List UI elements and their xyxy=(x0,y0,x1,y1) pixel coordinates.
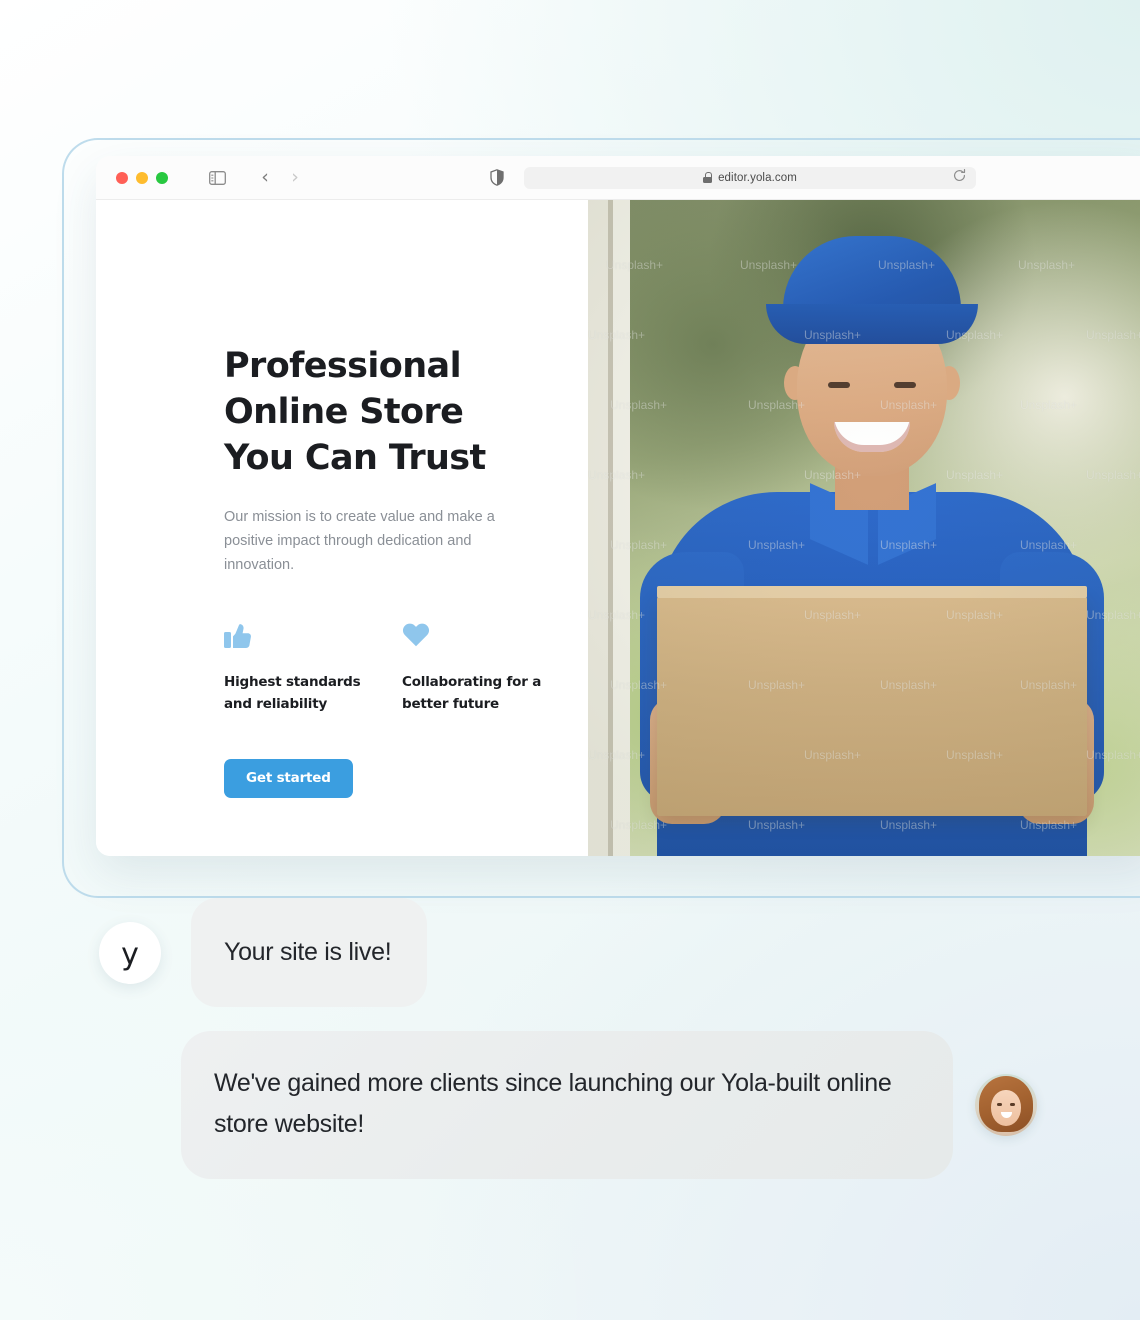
watermark: Unsplash+ xyxy=(804,608,862,622)
yola-logo-letter: y xyxy=(121,936,139,972)
watermark: Unsplash+ xyxy=(1020,818,1078,832)
get-started-button[interactable]: Get started xyxy=(224,759,353,798)
watermark-layer: Unsplash+ Unsplash+ Unsplash+ Unsplash+ … xyxy=(588,200,1140,856)
watermark: Unsplash+ xyxy=(880,538,938,552)
watermark: Unsplash+ xyxy=(610,538,668,552)
hero-text-column: Professional Online Store You Can Trust … xyxy=(96,200,588,856)
forward-button[interactable]: › xyxy=(282,165,308,191)
chat-bubble-yola: Your site is live! xyxy=(191,898,428,1007)
avatar-right-eye xyxy=(1010,1103,1015,1106)
chat-row-customer: We've gained more clients since launchin… xyxy=(0,1031,1140,1179)
watermark: Unsplash+ xyxy=(880,678,938,692)
watermark: Unsplash+ xyxy=(946,608,1004,622)
address-bar-content: editor.yola.com xyxy=(703,172,797,184)
neck xyxy=(835,462,909,510)
collar-right xyxy=(878,483,936,565)
watermark: Unsplash+ xyxy=(1086,748,1140,762)
back-button[interactable]: ‹ xyxy=(252,165,278,191)
reload-icon[interactable] xyxy=(953,168,966,187)
right-ear xyxy=(938,366,960,400)
blue-cap xyxy=(783,236,961,336)
shield-icon[interactable] xyxy=(484,165,510,191)
hero-subtitle: Our mission is to create value and make … xyxy=(224,509,495,573)
watermark: Unsplash+ xyxy=(878,258,936,272)
watermark: Unsplash+ xyxy=(1020,538,1078,552)
right-hand xyxy=(1018,698,1094,824)
watermark: Unsplash+ xyxy=(748,678,806,692)
watermark: Unsplash+ xyxy=(1086,468,1140,482)
navigation-arrows: ‹ › xyxy=(252,165,308,191)
right-arm xyxy=(1000,552,1104,802)
chat-row-yola: y Your site is live! xyxy=(0,898,1140,1007)
address-bar[interactable]: editor.yola.com xyxy=(524,166,976,189)
watermark: Unsplash+ xyxy=(1020,678,1078,692)
watermark: Unsplash+ xyxy=(588,328,646,342)
door-frame xyxy=(588,200,630,856)
watermark: Unsplash+ xyxy=(1086,328,1140,342)
smile xyxy=(834,422,910,452)
right-eye xyxy=(894,382,916,388)
chat-bubble-customer: We've gained more clients since launchin… xyxy=(181,1031,953,1179)
feature-label: Highest standards and reliability xyxy=(224,674,361,712)
feature-item: Collaborating for a better future xyxy=(402,621,542,715)
hero-image: Unsplash+ Unsplash+ Unsplash+ Unsplash+ … xyxy=(588,200,1140,856)
watermark: Unsplash+ xyxy=(1086,608,1140,622)
watermark: Unsplash+ xyxy=(946,468,1004,482)
browser-toolbar: ‹ › editor.yola.com xyxy=(96,156,1140,200)
feature-item: Highest standards and reliability xyxy=(224,621,364,715)
watermark: Unsplash+ xyxy=(610,398,668,412)
face xyxy=(797,296,947,476)
lock-icon xyxy=(703,172,713,183)
minimize-window-button[interactable] xyxy=(136,171,148,184)
website-viewport: Professional Online Store You Can Trust … xyxy=(96,200,1140,856)
hero-photo: Unsplash+ Unsplash+ Unsplash+ Unsplash+ … xyxy=(588,200,1140,856)
watermark: Unsplash+ xyxy=(610,678,668,692)
left-ear xyxy=(784,366,806,400)
watermark: Unsplash+ xyxy=(606,258,664,272)
cap-brim xyxy=(766,304,978,344)
watermark: Unsplash+ xyxy=(740,258,798,272)
left-arm xyxy=(640,552,744,802)
watermark: Unsplash+ xyxy=(1018,258,1076,272)
delivery-man xyxy=(588,200,1140,856)
feature-list: Highest standards and reliability Collab… xyxy=(224,621,588,715)
watermark: Unsplash+ xyxy=(880,818,938,832)
cardboard-box xyxy=(657,586,1087,816)
close-window-button[interactable] xyxy=(116,171,128,184)
collar-left xyxy=(810,483,868,565)
blue-polo-shirt xyxy=(657,492,1087,856)
heart-icon xyxy=(402,621,542,651)
watermark: Unsplash+ xyxy=(748,818,806,832)
watermark: Unsplash+ xyxy=(610,818,668,832)
window-traffic-lights xyxy=(116,171,168,184)
watermark: Unsplash+ xyxy=(804,748,862,762)
watermark: Unsplash+ xyxy=(748,538,806,552)
watermark: Unsplash+ xyxy=(1020,398,1078,412)
watermark: Unsplash+ xyxy=(946,748,1004,762)
avatar-left-eye xyxy=(997,1103,1002,1106)
watermark: Unsplash+ xyxy=(588,468,646,482)
browser-window: ‹ › editor.yola.com Professional Online … xyxy=(96,156,1140,856)
watermark: Unsplash+ xyxy=(588,748,646,762)
page-title: Professional Online Store You Can Trust xyxy=(224,346,486,478)
avatar-face xyxy=(991,1090,1021,1126)
watermark: Unsplash+ xyxy=(804,328,862,342)
left-hand xyxy=(650,698,726,824)
url-text: editor.yola.com xyxy=(718,171,797,184)
left-eye xyxy=(828,382,850,388)
thumbs-up-icon xyxy=(224,621,364,651)
maximize-window-button[interactable] xyxy=(156,171,168,184)
watermark: Unsplash+ xyxy=(880,398,938,412)
watermark: Unsplash+ xyxy=(748,398,806,412)
watermark: Unsplash+ xyxy=(804,468,862,482)
customer-avatar xyxy=(975,1074,1037,1136)
yola-logo-avatar: y xyxy=(99,921,161,984)
sidebar-toggle-icon[interactable] xyxy=(204,165,230,191)
watermark: Unsplash+ xyxy=(946,328,1004,342)
watermark: Unsplash+ xyxy=(588,608,646,622)
feature-label: Collaborating for a better future xyxy=(402,674,542,712)
testimonial-chat: y Your site is live! We've gained more c… xyxy=(0,898,1140,1179)
